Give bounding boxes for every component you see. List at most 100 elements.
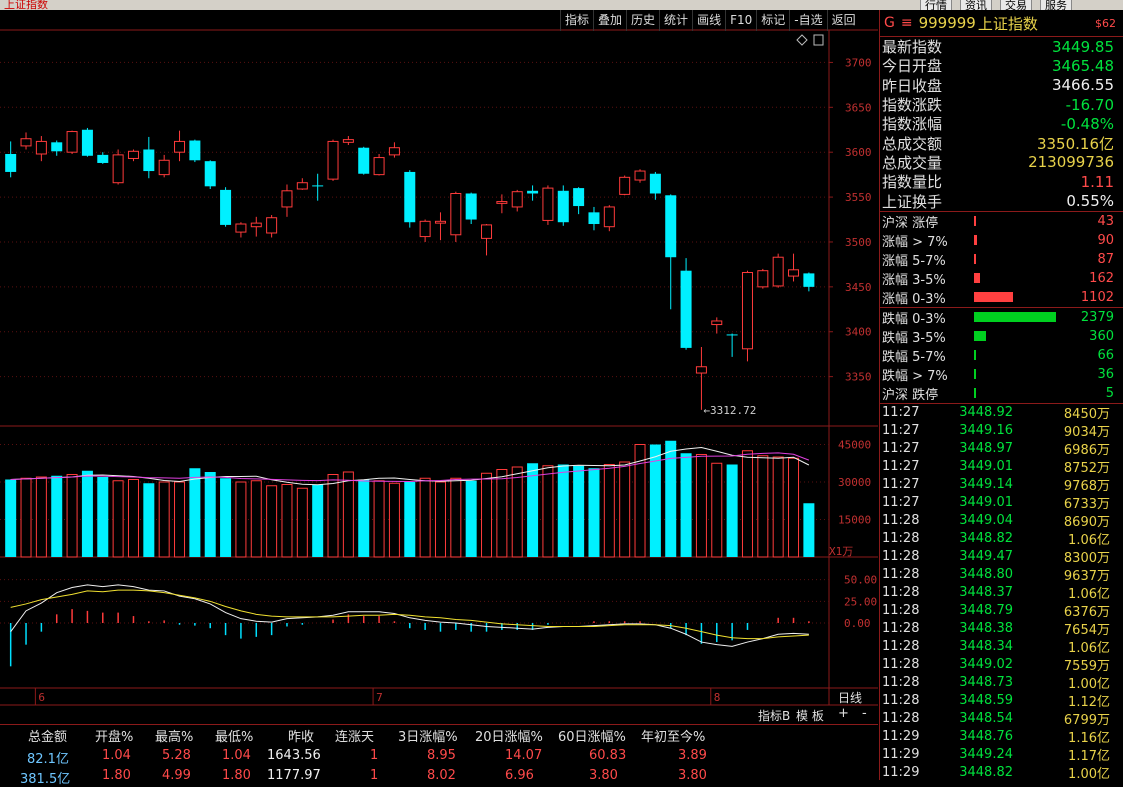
candle-body	[603, 206, 615, 228]
table-cell: 1643.56	[267, 748, 321, 763]
badge: $62	[1095, 16, 1116, 30]
table-row[interactable]: 381.5亿 1.80 4.99 1.80 1177.97 1 8.02 6.9…	[0, 768, 878, 787]
table-cell: 1.80	[222, 768, 251, 783]
toolbar-history-button[interactable]: 历史	[626, 10, 659, 31]
volume-bar	[373, 480, 385, 558]
volume-bar	[465, 480, 477, 557]
breadth-bar	[974, 388, 976, 399]
tick-volume: 7559万	[1063, 659, 1110, 675]
candle-body	[204, 161, 216, 187]
toolbar-back-button[interactable]: 返回	[826, 10, 860, 31]
tick-price: 3448.80	[959, 567, 1013, 583]
titlebar-button[interactable]: 行情	[920, 0, 952, 10]
breadth-bar	[974, 273, 980, 284]
tick-time: 11:28	[882, 531, 920, 547]
tick-time: 11:28	[882, 693, 920, 709]
col-header[interactable]: 最低%	[215, 726, 253, 745]
tick-time: 11:27	[882, 441, 920, 457]
breadth-value: 87	[1097, 251, 1114, 267]
quote-field-value: 3350.16亿	[1036, 134, 1114, 153]
col-header[interactable]: 总金额	[28, 726, 67, 745]
titlebar-button[interactable]: 资讯	[960, 0, 992, 10]
candle-body	[158, 159, 170, 176]
col-header[interactable]: 60日涨幅%	[558, 726, 626, 745]
volume-bar	[312, 484, 324, 557]
quote-field-value: 3449.85	[1051, 37, 1114, 56]
layout-icon	[813, 34, 824, 46]
tab-template[interactable]: 模 板	[796, 707, 824, 724]
quote-field-value: 213099736	[1028, 153, 1114, 172]
quote-field-value: 3466.55	[1051, 76, 1114, 95]
candle-body	[189, 140, 201, 161]
tick-row: 11:29 3448.82 1.00亿	[880, 764, 1123, 782]
tick-row: 11:27 3449.14 9768万	[880, 476, 1123, 494]
tick-volume: 1.16亿	[1068, 731, 1110, 747]
breadth-value: 66	[1097, 347, 1114, 363]
tick-volume: 6733万	[1063, 497, 1110, 513]
chart-area[interactable]: 3700 3650 3600 3550 3500 3450 3400 3350 ←3312.72…	[0, 10, 878, 722]
tick-list[interactable]: 11:27 3448.92 8450万 11:27 3449.16 9034万 11:27 3…	[880, 404, 1123, 782]
volume-bar	[695, 454, 707, 558]
tab-indicator-b[interactable]: 指标B	[758, 707, 790, 724]
col-header[interactable]: 3日涨幅%	[398, 726, 458, 745]
menu-icon[interactable]: ≡	[901, 15, 913, 31]
tick-row: 11:28 3449.04 8690万	[880, 512, 1123, 530]
col-header[interactable]: 20日涨幅%	[475, 726, 543, 745]
tick-row: 11:28 3449.02 7559万	[880, 656, 1123, 674]
stock-code[interactable]: 999999	[919, 14, 976, 32]
candle-body	[266, 217, 278, 234]
zoom-out-button[interactable]: -	[862, 706, 867, 721]
breadth-bar	[974, 292, 1013, 303]
breadth-value: 360	[1089, 328, 1114, 344]
candle-body	[51, 142, 63, 152]
toolbar-stats-button[interactable]: 统计	[659, 10, 692, 31]
breadth-value: 162	[1089, 270, 1114, 286]
toolbar-f10-button[interactable]: F10	[725, 10, 756, 31]
toolbar-overlay-button[interactable]: 叠加	[593, 10, 626, 31]
candle-body	[296, 182, 308, 190]
candle-body	[772, 256, 784, 287]
stock-name[interactable]: 上证指数	[978, 13, 1038, 34]
col-header[interactable]: 连涨天	[335, 726, 374, 745]
breadth-bar	[974, 369, 976, 380]
indicator-tab-row: 指标B 模 板 + -	[0, 706, 878, 723]
tick-volume: 8300万	[1063, 551, 1110, 567]
candle-body	[250, 222, 262, 228]
advance-distribution: 沪深 涨停 43 涨幅 > 7% 90 涨幅 5-7% 87 涨幅 3-5% 162 涨幅 0-…	[880, 212, 1123, 307]
table-row[interactable]: 82.1亿 1.04 5.28 1.04 1643.56 1 8.95 14.0…	[0, 748, 878, 767]
toolbar-draw-button[interactable]: 画线	[692, 10, 725, 31]
breadth-label: 涨幅 3-5%	[882, 272, 946, 288]
g-label: G	[884, 15, 895, 31]
tick-time: 11:28	[882, 603, 920, 619]
candle-body	[481, 224, 493, 239]
tick-volume: 8752万	[1063, 461, 1110, 477]
breadth-row: 跌幅 0-3% 2379	[880, 308, 1123, 327]
tick-volume: 6799万	[1063, 713, 1110, 729]
volume-bar	[404, 482, 416, 557]
tick-row: 11:27 3449.16 9034万	[880, 422, 1123, 440]
tick-time: 11:29	[882, 729, 920, 745]
tick-row: 11:29 3448.76 1.16亿	[880, 728, 1123, 746]
kline-chart-svg[interactable]: 3700 3650 3600 3550 3500 3450 3400 3350 ←3312.72…	[0, 10, 878, 722]
macd-tick-label: 50.00	[844, 574, 877, 587]
titlebar-button[interactable]: 服务	[1040, 0, 1072, 10]
toolbar-mark-button[interactable]: 标记	[756, 10, 789, 31]
titlebar-button[interactable]: 交易	[1000, 0, 1032, 10]
toolbar-watchlist-button[interactable]: -自选	[789, 10, 826, 31]
tick-time: 11:28	[882, 639, 920, 655]
col-header[interactable]: 昨收	[288, 726, 314, 745]
price-tick-label: 3400	[845, 326, 872, 339]
zoom-in-button[interactable]: +	[838, 706, 849, 721]
tick-price: 3448.73	[959, 675, 1013, 691]
volume-bar	[296, 487, 308, 558]
col-header[interactable]: 年初至今%	[641, 726, 705, 745]
col-header[interactable]: 最高%	[155, 726, 193, 745]
col-header[interactable]: 开盘%	[95, 726, 133, 745]
decline-distribution: 跌幅 0-3% 2379 跌幅 3-5% 360 跌幅 5-7% 66 跌幅 > 7% 36 沪…	[880, 308, 1123, 403]
toolbar-indicator-button[interactable]: 指标	[560, 10, 593, 31]
tick-volume: 7654万	[1063, 623, 1110, 639]
breadth-row: 涨幅 3-5% 162	[880, 269, 1123, 288]
table-cell: 1177.97	[267, 768, 321, 783]
candle-body	[619, 176, 631, 195]
tick-row: 11:28 3448.38 7654万	[880, 620, 1123, 638]
